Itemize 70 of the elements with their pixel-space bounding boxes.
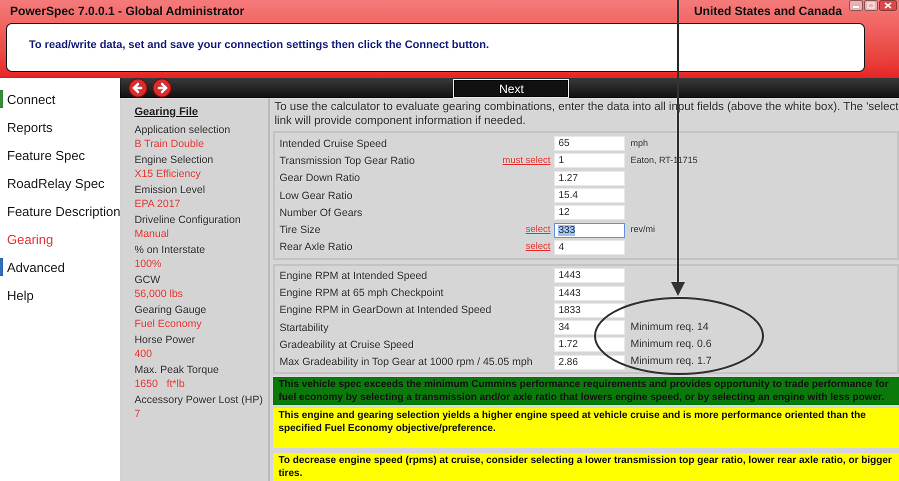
summary-value: 400 [134, 346, 153, 360]
nav-item[interactable]: Advanced [0, 258, 65, 278]
nav-item[interactable]: Gearing [0, 230, 54, 250]
nav-item[interactable]: Connect [0, 90, 56, 110]
connection-message: To read/write data, set and save your connection settings then click the Connect button. [29, 39, 490, 51]
input-field[interactable]: 34 [554, 320, 626, 336]
nav-item[interactable]: Feature Description [0, 202, 120, 222]
summary-label: Emission Level [134, 182, 206, 196]
input-field[interactable]: 4 [554, 240, 626, 255]
nav-item[interactable]: Reports [0, 118, 53, 138]
nav-item[interactable]: Help [0, 286, 34, 306]
summary-label: Accessory Power Lost (HP) [134, 392, 264, 406]
summary-label: Max. Peak Torque [134, 362, 220, 376]
input-field[interactable]: 1.72 [554, 337, 626, 352]
status-message: To decrease engine speed (rpms) at cruise, consider selecting a lower transmission top gear ratio, lower rear axle ratio, or bigger tires. [273, 452, 899, 481]
minimize-icon[interactable] [849, 0, 863, 11]
unit-label: rev/mi [630, 223, 655, 236]
input-field[interactable]: 1833 [554, 302, 626, 318]
summary-value: 1650 ft*lb [134, 376, 186, 390]
field-label: Tire Size [279, 223, 320, 238]
input-field[interactable]: 1443 [554, 268, 626, 284]
summary-label: Application selection [134, 122, 232, 136]
input-field[interactable]: 2.86 [554, 354, 626, 370]
requirement-note: Minimum req. 14 [630, 320, 709, 335]
field-label: Engine RPM at Intended Speed [279, 268, 428, 283]
summary-value: B Train Double [134, 136, 205, 150]
input-field[interactable]: 1 [554, 153, 626, 168]
field-label: Engine RPM in GearDown at Intended Speed [279, 303, 492, 318]
input-field[interactable]: 1.27 [554, 170, 626, 186]
next-button[interactable]: Next [453, 79, 570, 98]
nav-item[interactable]: Feature Spec [0, 146, 86, 166]
summary-value: 100% [134, 256, 162, 270]
input-field[interactable]: 12 [554, 205, 626, 220]
nav-item[interactable]: RoadRelay Spec [0, 174, 105, 194]
summary-label: Gearing Gauge [134, 302, 208, 316]
summary-value: Manual [134, 226, 170, 240]
region-label: United States and Canada [694, 3, 842, 20]
summary-label: Horse Power [134, 332, 196, 346]
field-label: Startability [279, 320, 328, 335]
input-field[interactable]: 65 [554, 136, 626, 152]
summary-label: % on Interstate [134, 242, 206, 256]
requirement-note: Minimum req. 0.6 [630, 337, 712, 352]
summary-title: Gearing File [134, 105, 200, 120]
status-message: This engine and gearing selection yields a higher engine speed at vehicle cruise and is more performance oriented than the specified Fuel Economy objective/preference. [273, 408, 899, 448]
input-field[interactable]: 333 [554, 222, 626, 238]
field-label: Intended Cruise Speed [279, 136, 387, 151]
status-message: This vehicle spec exceeds the minimum Cummins performance requirements and provides opportunity to trade performance for fuel economy by selecting a transmission and/or axle ratio that lowers engine speed, or by selecting an engine with less power. [273, 376, 899, 405]
field-label: Gear Down Ratio [279, 171, 360, 186]
summary-value: X15 Efficiency [134, 166, 202, 180]
unit-label: mph [630, 136, 648, 150]
summary-value: 56,000 lbs [134, 286, 184, 300]
requirement-note: Minimum req. 1.7 [630, 354, 712, 370]
summary-value: 7 [134, 406, 142, 420]
close-icon[interactable] [879, 0, 897, 11]
summary-value: Fuel Economy [134, 316, 203, 330]
field-label: Max Gradeability in Top Gear at 1000 rpm / 45.05 mph [279, 355, 533, 370]
field-label: Transmission Top Gear Ratio [279, 154, 415, 168]
summary-label: Driveline Configuration [134, 212, 242, 226]
window-title: PowerSpec 7.0.0.1 - Global Administrator [10, 3, 246, 20]
summary-value: EPA 2017 [134, 196, 182, 210]
field-label: Number Of Gears [279, 206, 362, 220]
maximize-icon[interactable] [864, 0, 878, 11]
field-label: Low Gear Ratio [279, 188, 352, 203]
input-field[interactable]: 1443 [554, 286, 626, 301]
field-label: Rear Axle Ratio [279, 240, 352, 254]
summary-label: Engine Selection [134, 152, 214, 166]
field-label: Engine RPM at 65 mph Checkpoint [279, 286, 444, 300]
input-field[interactable]: 15.4 [554, 188, 626, 204]
field-label: Gradeability at Cruise Speed [279, 338, 414, 352]
summary-label: GCW [134, 272, 162, 286]
